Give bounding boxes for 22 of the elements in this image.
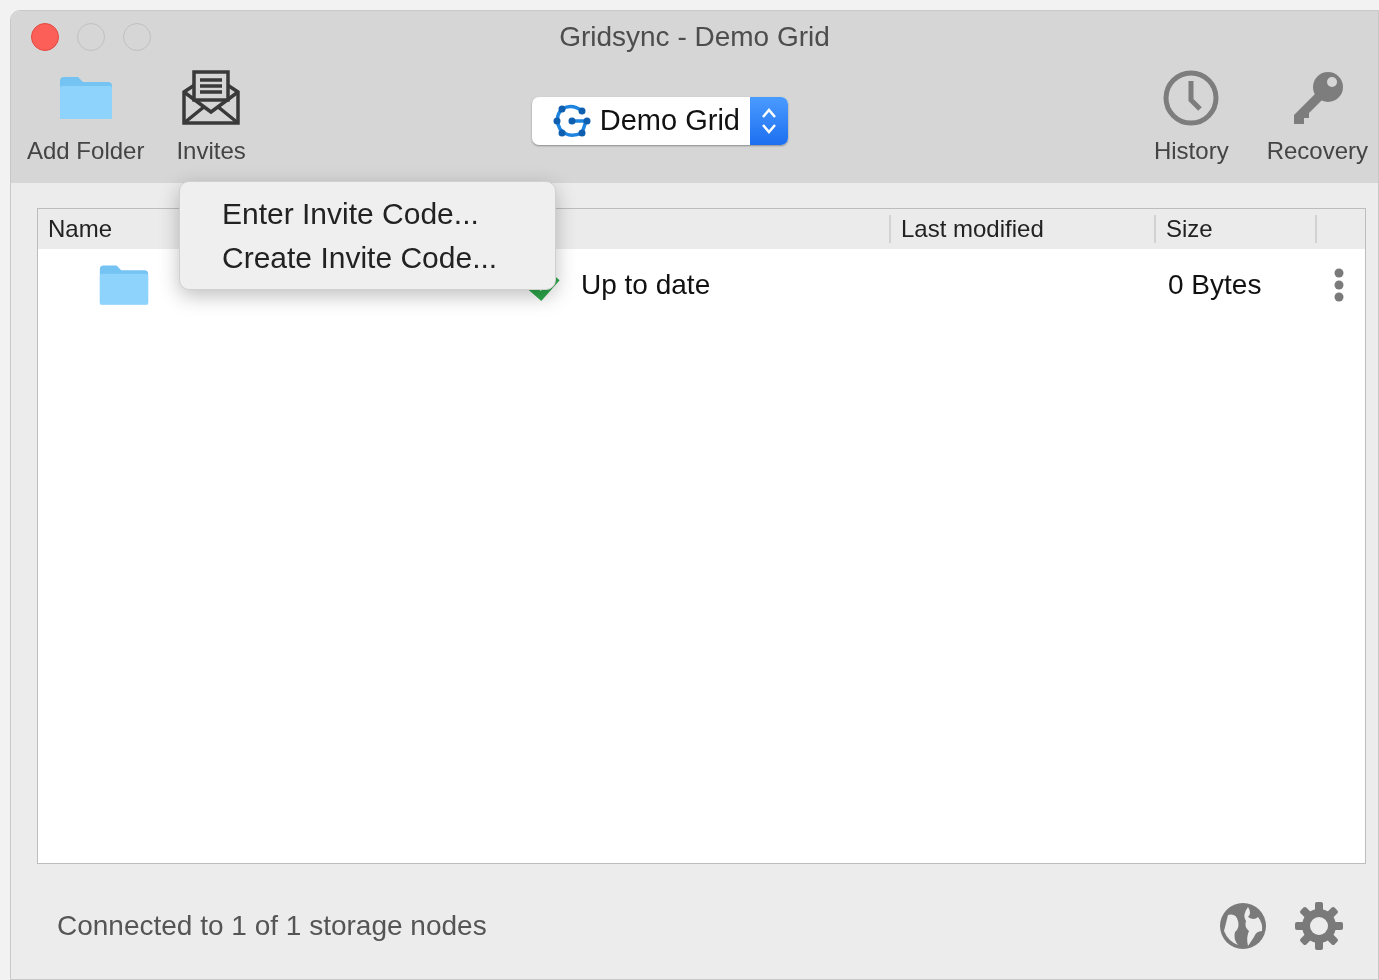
close-button[interactable]: [31, 23, 59, 51]
globe-icon[interactable]: [1218, 901, 1268, 951]
column-header[interactable]: Name: [48, 211, 113, 247]
envelope-icon: [181, 69, 242, 127]
column-header[interactable]: Size: [1166, 211, 1213, 247]
grid-selector[interactable]: Demo Grid: [531, 97, 788, 145]
clock-icon: [1162, 69, 1221, 127]
menu-item[interactable]: Enter Invite Code...: [180, 192, 555, 236]
file-size: 0 Bytes: [1168, 268, 1262, 302]
more-icon[interactable]: [1333, 268, 1345, 302]
grid-logo-icon: [551, 103, 592, 139]
sync-status: Up to date: [581, 268, 711, 302]
stepper-icon: [759, 106, 778, 136]
toolbar-button[interactable]: Add Folder: [17, 63, 155, 169]
column-header[interactable]: Last modified: [901, 211, 1044, 247]
settings-icon[interactable]: [1294, 901, 1344, 951]
toolbar-button[interactable]: Invites: [166, 63, 256, 169]
toolbar-button[interactable]: History: [1143, 63, 1239, 169]
toolbar-button[interactable]: Recovery: [1256, 63, 1378, 169]
menu-item[interactable]: Create Invite Code...: [180, 235, 555, 279]
window-title: Gridsync - Demo Grid: [558, 20, 831, 54]
connection-status: Connected to 1 of 1 storage nodes: [57, 909, 488, 943]
